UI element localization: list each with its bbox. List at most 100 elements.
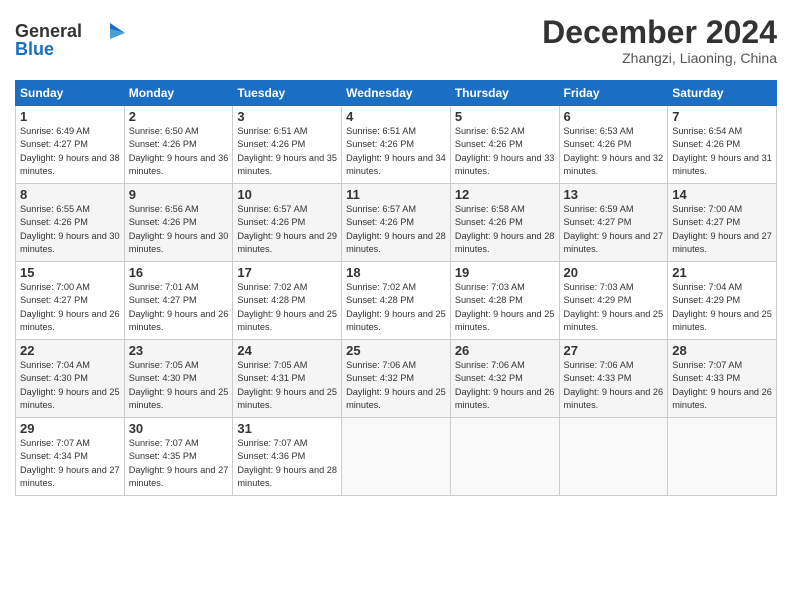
calendar-header-row: SundayMondayTuesdayWednesdayThursdayFrid… (16, 81, 777, 106)
day-info: Sunrise: 7:02 AMSunset: 4:28 PMDaylight:… (346, 281, 446, 334)
day-number: 21 (672, 265, 772, 280)
page-container: General Blue December 2024 Zhangzi, Liao… (0, 0, 792, 506)
day-number: 20 (564, 265, 664, 280)
day-number: 25 (346, 343, 446, 358)
calendar-day-cell: 30Sunrise: 7:07 AMSunset: 4:35 PMDayligh… (124, 418, 233, 496)
day-number: 13 (564, 187, 664, 202)
day-info: Sunrise: 6:57 AMSunset: 4:26 PMDaylight:… (346, 203, 446, 256)
day-number: 18 (346, 265, 446, 280)
day-info: Sunrise: 7:05 AMSunset: 4:31 PMDaylight:… (237, 359, 337, 412)
day-info: Sunrise: 7:06 AMSunset: 4:32 PMDaylight:… (455, 359, 555, 412)
calendar-day-cell: 28Sunrise: 7:07 AMSunset: 4:33 PMDayligh… (668, 340, 777, 418)
day-number: 22 (20, 343, 120, 358)
calendar-day-cell: 31Sunrise: 7:07 AMSunset: 4:36 PMDayligh… (233, 418, 342, 496)
calendar-day-header: Thursday (450, 81, 559, 106)
day-info: Sunrise: 7:07 AMSunset: 4:33 PMDaylight:… (672, 359, 772, 412)
calendar-day-cell (559, 418, 668, 496)
calendar-day-cell: 15Sunrise: 7:00 AMSunset: 4:27 PMDayligh… (16, 262, 125, 340)
calendar-day-header: Monday (124, 81, 233, 106)
day-info: Sunrise: 7:02 AMSunset: 4:28 PMDaylight:… (237, 281, 337, 334)
day-info: Sunrise: 6:52 AMSunset: 4:26 PMDaylight:… (455, 125, 555, 178)
day-number: 3 (237, 109, 337, 124)
day-number: 12 (455, 187, 555, 202)
day-number: 10 (237, 187, 337, 202)
calendar-day-cell: 8Sunrise: 6:55 AMSunset: 4:26 PMDaylight… (16, 184, 125, 262)
day-info: Sunrise: 7:03 AMSunset: 4:29 PMDaylight:… (564, 281, 664, 334)
calendar-day-header: Sunday (16, 81, 125, 106)
day-number: 24 (237, 343, 337, 358)
calendar-day-cell: 5Sunrise: 6:52 AMSunset: 4:26 PMDaylight… (450, 106, 559, 184)
calendar-day-cell: 4Sunrise: 6:51 AMSunset: 4:26 PMDaylight… (342, 106, 451, 184)
calendar-day-cell (450, 418, 559, 496)
day-number: 6 (564, 109, 664, 124)
calendar-day-cell: 3Sunrise: 6:51 AMSunset: 4:26 PMDaylight… (233, 106, 342, 184)
month-title: December 2024 (542, 15, 777, 50)
calendar-day-cell: 6Sunrise: 6:53 AMSunset: 4:26 PMDaylight… (559, 106, 668, 184)
day-info: Sunrise: 6:51 AMSunset: 4:26 PMDaylight:… (237, 125, 337, 178)
day-number: 19 (455, 265, 555, 280)
calendar-day-cell: 7Sunrise: 6:54 AMSunset: 4:26 PMDaylight… (668, 106, 777, 184)
day-number: 29 (20, 421, 120, 436)
day-info: Sunrise: 6:49 AMSunset: 4:27 PMDaylight:… (20, 125, 120, 178)
day-number: 4 (346, 109, 446, 124)
day-info: Sunrise: 7:06 AMSunset: 4:32 PMDaylight:… (346, 359, 446, 412)
logo: General Blue (15, 15, 125, 70)
day-info: Sunrise: 7:03 AMSunset: 4:28 PMDaylight:… (455, 281, 555, 334)
day-number: 1 (20, 109, 120, 124)
day-number: 11 (346, 187, 446, 202)
location-subtitle: Zhangzi, Liaoning, China (542, 50, 777, 66)
title-block: December 2024 Zhangzi, Liaoning, China (542, 15, 777, 66)
calendar-day-cell: 17Sunrise: 7:02 AMSunset: 4:28 PMDayligh… (233, 262, 342, 340)
day-info: Sunrise: 7:01 AMSunset: 4:27 PMDaylight:… (129, 281, 229, 334)
day-info: Sunrise: 7:00 AMSunset: 4:27 PMDaylight:… (20, 281, 120, 334)
day-number: 26 (455, 343, 555, 358)
calendar-week-row: 8Sunrise: 6:55 AMSunset: 4:26 PMDaylight… (16, 184, 777, 262)
calendar-day-cell: 13Sunrise: 6:59 AMSunset: 4:27 PMDayligh… (559, 184, 668, 262)
day-number: 14 (672, 187, 772, 202)
calendar-day-cell: 16Sunrise: 7:01 AMSunset: 4:27 PMDayligh… (124, 262, 233, 340)
day-info: Sunrise: 7:04 AMSunset: 4:30 PMDaylight:… (20, 359, 120, 412)
calendar-day-cell: 1Sunrise: 6:49 AMSunset: 4:27 PMDaylight… (16, 106, 125, 184)
day-info: Sunrise: 7:06 AMSunset: 4:33 PMDaylight:… (564, 359, 664, 412)
calendar-day-header: Tuesday (233, 81, 342, 106)
calendar-day-cell: 22Sunrise: 7:04 AMSunset: 4:30 PMDayligh… (16, 340, 125, 418)
calendar-day-header: Wednesday (342, 81, 451, 106)
day-info: Sunrise: 6:50 AMSunset: 4:26 PMDaylight:… (129, 125, 229, 178)
calendar-day-cell: 19Sunrise: 7:03 AMSunset: 4:28 PMDayligh… (450, 262, 559, 340)
day-info: Sunrise: 6:53 AMSunset: 4:26 PMDaylight:… (564, 125, 664, 178)
calendar-day-cell: 11Sunrise: 6:57 AMSunset: 4:26 PMDayligh… (342, 184, 451, 262)
day-info: Sunrise: 6:56 AMSunset: 4:26 PMDaylight:… (129, 203, 229, 256)
day-number: 8 (20, 187, 120, 202)
svg-text:Blue: Blue (15, 39, 54, 59)
day-info: Sunrise: 6:58 AMSunset: 4:26 PMDaylight:… (455, 203, 555, 256)
calendar-day-cell: 26Sunrise: 7:06 AMSunset: 4:32 PMDayligh… (450, 340, 559, 418)
day-number: 31 (237, 421, 337, 436)
calendar-day-cell: 23Sunrise: 7:05 AMSunset: 4:30 PMDayligh… (124, 340, 233, 418)
calendar-day-header: Friday (559, 81, 668, 106)
calendar-day-cell: 18Sunrise: 7:02 AMSunset: 4:28 PMDayligh… (342, 262, 451, 340)
calendar-day-cell: 20Sunrise: 7:03 AMSunset: 4:29 PMDayligh… (559, 262, 668, 340)
day-info: Sunrise: 7:04 AMSunset: 4:29 PMDaylight:… (672, 281, 772, 334)
calendar-day-cell (668, 418, 777, 496)
calendar-day-cell: 24Sunrise: 7:05 AMSunset: 4:31 PMDayligh… (233, 340, 342, 418)
calendar-day-header: Saturday (668, 81, 777, 106)
calendar-week-row: 22Sunrise: 7:04 AMSunset: 4:30 PMDayligh… (16, 340, 777, 418)
day-info: Sunrise: 7:07 AMSunset: 4:35 PMDaylight:… (129, 437, 229, 490)
day-info: Sunrise: 7:07 AMSunset: 4:36 PMDaylight:… (237, 437, 337, 490)
header: General Blue December 2024 Zhangzi, Liao… (15, 15, 777, 70)
day-info: Sunrise: 7:05 AMSunset: 4:30 PMDaylight:… (129, 359, 229, 412)
day-info: Sunrise: 6:55 AMSunset: 4:26 PMDaylight:… (20, 203, 120, 256)
calendar-day-cell: 2Sunrise: 6:50 AMSunset: 4:26 PMDaylight… (124, 106, 233, 184)
day-info: Sunrise: 6:57 AMSunset: 4:26 PMDaylight:… (237, 203, 337, 256)
calendar-day-cell: 21Sunrise: 7:04 AMSunset: 4:29 PMDayligh… (668, 262, 777, 340)
calendar-table: SundayMondayTuesdayWednesdayThursdayFrid… (15, 80, 777, 496)
day-number: 23 (129, 343, 229, 358)
calendar-day-cell: 10Sunrise: 6:57 AMSunset: 4:26 PMDayligh… (233, 184, 342, 262)
day-number: 2 (129, 109, 229, 124)
day-number: 28 (672, 343, 772, 358)
day-number: 16 (129, 265, 229, 280)
day-number: 5 (455, 109, 555, 124)
calendar-day-cell: 29Sunrise: 7:07 AMSunset: 4:34 PMDayligh… (16, 418, 125, 496)
calendar-day-cell: 14Sunrise: 7:00 AMSunset: 4:27 PMDayligh… (668, 184, 777, 262)
calendar-day-cell: 27Sunrise: 7:06 AMSunset: 4:33 PMDayligh… (559, 340, 668, 418)
